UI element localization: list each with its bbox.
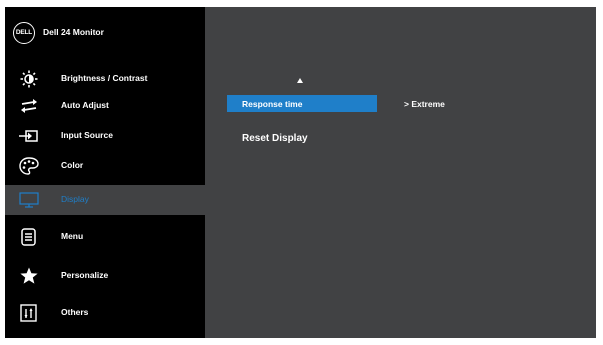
monitor-title: Dell 24 Monitor <box>43 27 104 37</box>
menu-item-display[interactable]: Display <box>5 185 205 215</box>
menu-item-brightness-contrast[interactable]: Brightness / Contrast <box>5 64 205 94</box>
menu-icon <box>19 228 39 246</box>
menu-item-label: Color <box>61 160 84 170</box>
auto-adjust-icon <box>19 97 39 115</box>
submenu-item-label: Response time <box>242 99 303 109</box>
submenu-item-response-time[interactable]: Response time <box>227 95 377 112</box>
menu-item-input-source[interactable]: Input Source <box>5 121 205 151</box>
display-icon <box>19 191 39 209</box>
star-icon <box>19 267 39 285</box>
menu-item-personalize[interactable]: Personalize <box>5 261 205 291</box>
menu-item-label: Brightness / Contrast <box>61 73 148 83</box>
response-time-value: > Extreme <box>404 99 445 109</box>
others-icon <box>19 304 39 322</box>
dell-logo: DELL <box>13 22 35 44</box>
menu-item-label: Personalize <box>61 270 109 280</box>
menu-item-label: Menu <box>61 231 84 241</box>
menu-item-label: Input Source <box>61 130 113 140</box>
brightness-icon <box>19 70 39 88</box>
menu-item-menu[interactable]: Menu <box>5 222 205 252</box>
color-palette-icon <box>19 157 39 175</box>
sidebar: DELL Dell 24 Monitor Brightness / Contra… <box>5 7 205 338</box>
menu-item-label: Display <box>61 194 89 204</box>
menu-item-auto-adjust[interactable]: Auto Adjust <box>5 91 205 121</box>
submenu-item-reset-display[interactable]: Reset Display <box>242 133 308 144</box>
scroll-up-arrow-icon[interactable] <box>297 78 303 83</box>
menu-item-label: Others <box>61 307 89 317</box>
menu-item-color[interactable]: Color <box>5 151 205 181</box>
osd-window: DELL Dell 24 Monitor Brightness / Contra… <box>5 7 596 338</box>
input-source-icon <box>19 127 39 145</box>
brand-header: DELL Dell 24 Monitor <box>5 7 205 57</box>
menu-item-label: Auto Adjust <box>61 100 109 110</box>
menu-item-others[interactable]: Others <box>5 298 205 328</box>
